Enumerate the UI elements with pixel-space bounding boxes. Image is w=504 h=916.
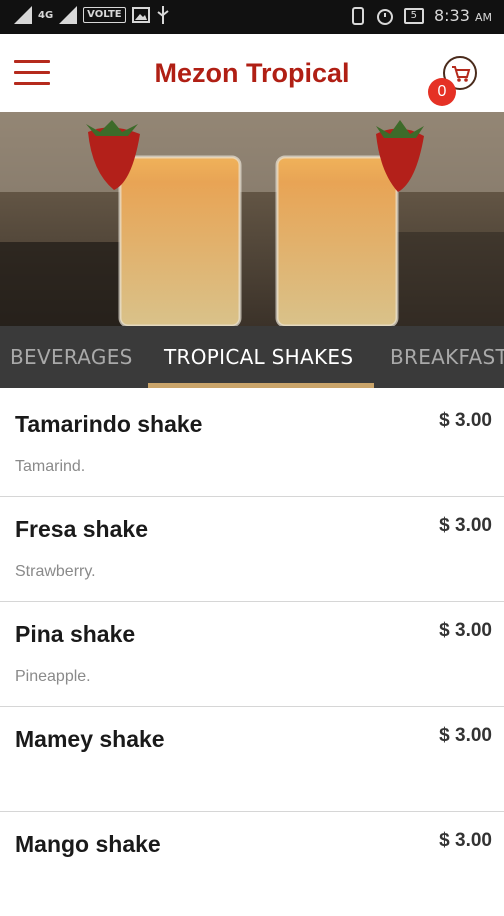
menu-item-tamarindo[interactable]: Tamarindo shake $ 3.00 Tamarind.: [0, 392, 504, 497]
menu-item-pina[interactable]: Pina shake $ 3.00 Pineapple.: [0, 602, 504, 707]
battery-icon: 5: [403, 7, 424, 24]
item-description: Tamarind.: [15, 458, 86, 475]
shakes-photo: [0, 112, 504, 326]
item-name: Mango shake: [15, 831, 161, 857]
item-name: Mamey shake: [15, 726, 165, 752]
item-price: $ 3.00: [439, 620, 492, 641]
item-name: Tamarindo shake: [15, 411, 203, 437]
active-tab-indicator: [148, 383, 374, 388]
hero-image: [0, 112, 504, 326]
signal-icon: [14, 6, 32, 24]
app-bar: Mezon Tropical 0: [0, 34, 504, 112]
clock-time: 8:33: [433, 6, 470, 25]
item-price: $ 3.00: [439, 515, 492, 536]
menu-item-fresa[interactable]: Fresa shake $ 3.00 Strawberry.: [0, 497, 504, 602]
menu-list: Tamarindo shake $ 3.00 Tamarind. Fresa s…: [0, 392, 504, 916]
menu-item-mamey[interactable]: Mamey shake $ 3.00: [0, 707, 504, 812]
category-tabs: BEVERAGES TROPICAL SHAKES BREAKFAST: [0, 326, 504, 388]
volte-badge: VOLTE: [83, 7, 126, 23]
tab-tropical-shakes[interactable]: TROPICAL SHAKES: [164, 326, 353, 388]
tab-beverages[interactable]: BEVERAGES: [10, 326, 133, 388]
status-left: 4G VOLTE: [14, 6, 170, 24]
item-name: Pina shake: [15, 621, 136, 647]
tab-breakfast[interactable]: BREAKFAST: [390, 326, 504, 388]
status-bar: 4G VOLTE 5 8:33 AM: [0, 0, 504, 34]
item-name: Fresa shake: [15, 516, 148, 542]
item-price: $ 3.00: [439, 830, 492, 851]
clock-ampm: AM: [474, 11, 492, 24]
item-price: $ 3.00: [439, 725, 492, 746]
app-title: Mezon Tropical: [154, 58, 350, 88]
cart-count-badge: 0: [428, 78, 456, 106]
alarm-icon: [376, 8, 393, 25]
data-4g-icon: 4G: [38, 9, 54, 21]
clock: 8:33 AM: [434, 6, 492, 25]
status-right: 5 8:33 AM: [350, 6, 492, 25]
menu-icon[interactable]: [14, 60, 50, 86]
vibrate-icon: [351, 6, 364, 25]
shopping-cart-icon: [452, 66, 471, 82]
usb-icon: [156, 6, 169, 24]
item-description: Pineapple.: [15, 668, 91, 685]
item-price: $ 3.00: [439, 410, 492, 431]
menu-item-mango[interactable]: Mango shake $ 3.00: [0, 812, 504, 916]
image-icon: [131, 7, 150, 23]
signal-icon-2: [59, 6, 78, 24]
item-description: Strawberry.: [15, 563, 96, 580]
